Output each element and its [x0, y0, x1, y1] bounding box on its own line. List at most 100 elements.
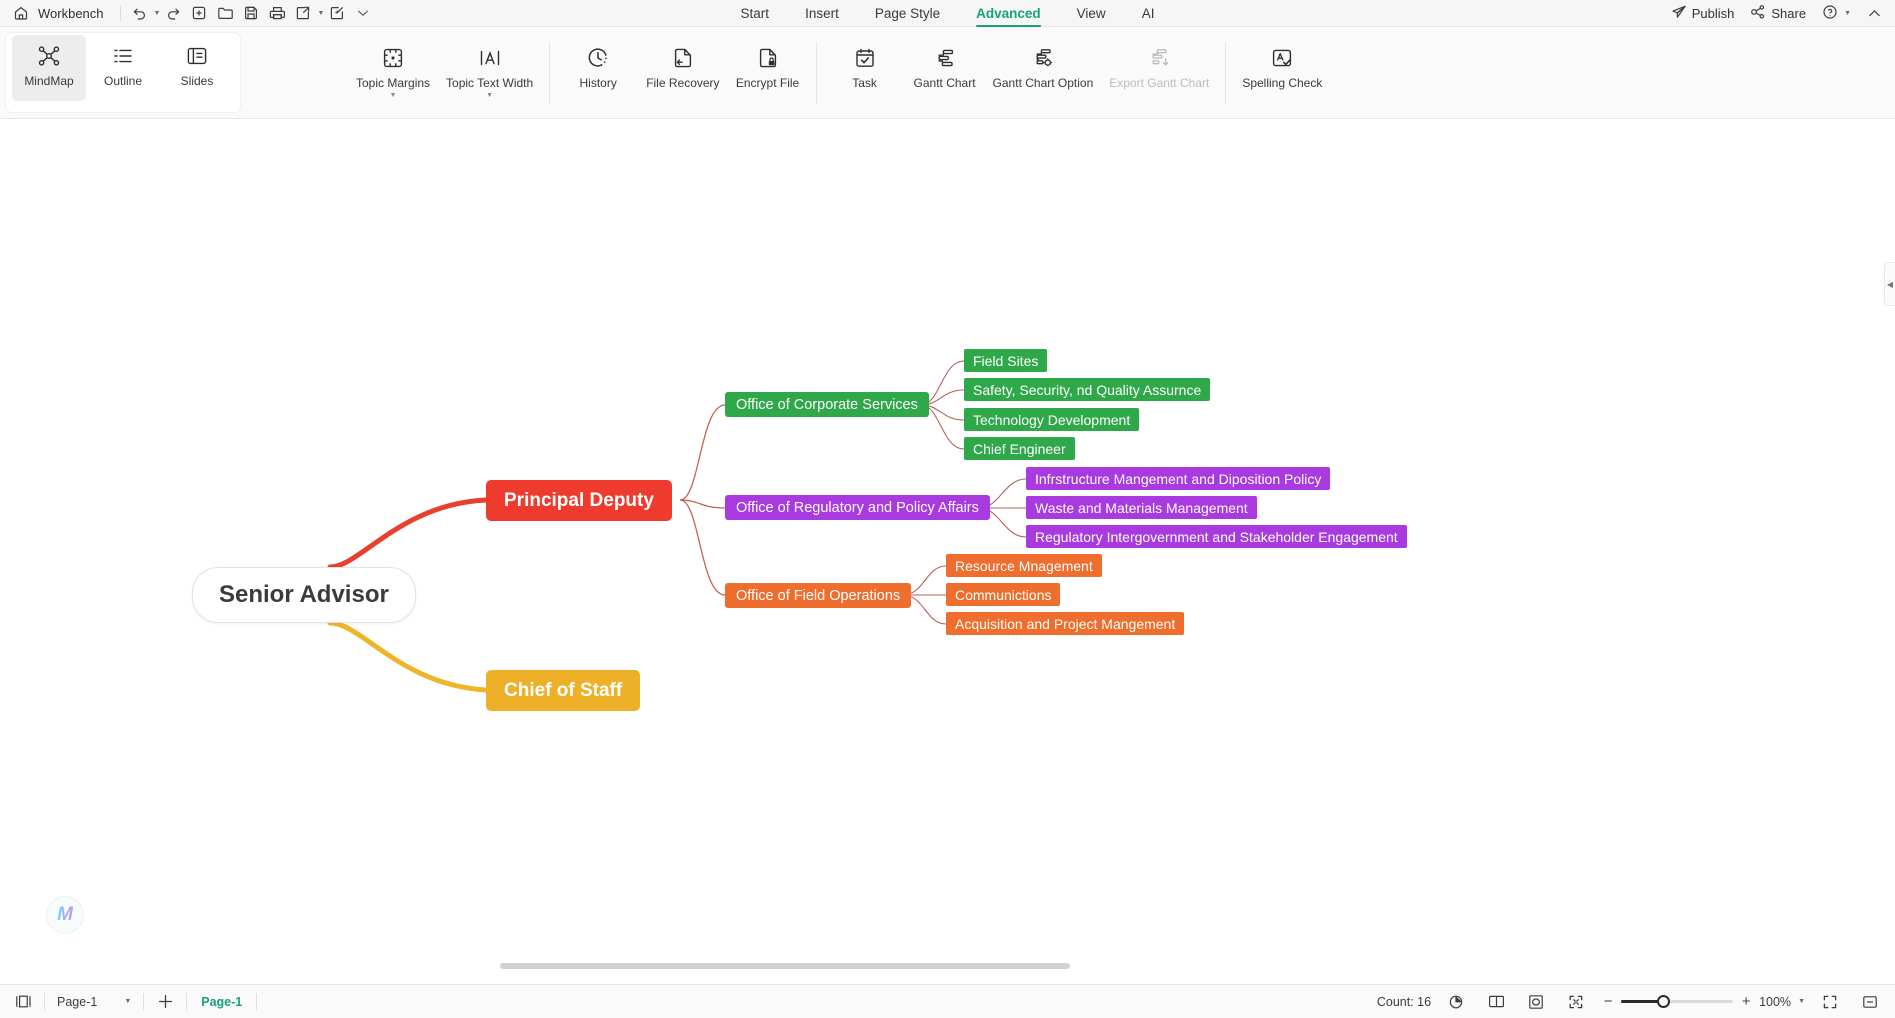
spelling-check-icon: [1270, 45, 1294, 71]
scrollbar-thumb[interactable]: [500, 963, 1070, 969]
topic-margins-icon: [381, 45, 405, 71]
history-button[interactable]: History: [558, 37, 638, 103]
quick-access-toolbar: Workbench ▼ ▼: [0, 2, 376, 24]
publish-button[interactable]: Publish: [1665, 2, 1741, 25]
chevron-left-icon: ◀: [1886, 279, 1894, 289]
tab-start[interactable]: Start: [741, 0, 770, 27]
toggle-page-panel-icon[interactable]: [8, 990, 38, 1014]
history-label: History: [579, 76, 617, 90]
topic-margins-caret-icon[interactable]: ▼: [390, 92, 397, 99]
mindmap-node-waste-and-materials-management[interactable]: Waste and Materials Management: [1026, 496, 1257, 519]
help-icon: [1822, 4, 1838, 23]
tab-page-style[interactable]: Page Style: [875, 0, 940, 27]
zoom-slider[interactable]: [1621, 995, 1734, 1008]
slides-view-button[interactable]: Slides: [160, 35, 234, 101]
file-recovery-label: File Recovery: [646, 76, 720, 90]
divider: [143, 992, 145, 1011]
publish-icon: [1671, 4, 1687, 23]
share-button[interactable]: Share: [1744, 2, 1812, 25]
workbench-label[interactable]: Workbench: [38, 6, 104, 21]
export-gantt-chart-button: Export Gantt Chart: [1101, 37, 1217, 103]
ribbon-group-view: MindMap Outline Slides: [6, 33, 240, 112]
app-watermark-logo: M: [46, 896, 84, 934]
right-panel-toggle[interactable]: ◀: [1884, 262, 1895, 306]
collapse-ribbon-icon[interactable]: [1861, 2, 1887, 24]
page-tab-page-1[interactable]: Page-1: [193, 995, 250, 1009]
task-button[interactable]: Task: [825, 37, 905, 103]
presentation-mode-icon[interactable]: [1855, 990, 1885, 1014]
two-page-view-icon[interactable]: [1481, 990, 1511, 1014]
print-icon[interactable]: [264, 2, 290, 24]
gantt-chart-icon: [933, 45, 957, 71]
node-label: Infrstructure Mangement and Diposition P…: [1035, 470, 1322, 487]
file-recovery-button[interactable]: File Recovery: [638, 37, 727, 103]
help-caret-icon[interactable]: ▼: [1844, 10, 1851, 17]
mindmap-node-communications[interactable]: Communictions: [946, 583, 1061, 606]
tab-ai[interactable]: AI: [1142, 0, 1155, 27]
mindmap-node-principal-deputy[interactable]: Principal Deputy: [486, 480, 672, 521]
new-file-icon[interactable]: [186, 2, 212, 24]
task-label: Task: [852, 76, 877, 90]
node-label: Chief of Staff: [504, 679, 623, 701]
gantt-chart-button[interactable]: Gantt Chart: [905, 37, 985, 103]
encrypt-file-label: Encrypt File: [735, 76, 800, 90]
tab-insert[interactable]: Insert: [805, 0, 839, 27]
mindmap-node-chief-engineer[interactable]: Chief Engineer: [964, 437, 1075, 460]
topic-text-width-caret-icon[interactable]: ▼: [486, 92, 493, 99]
root-label: Senior Advisor: [219, 581, 389, 608]
import-icon[interactable]: [324, 2, 350, 24]
page-select[interactable]: Page-1 ▼: [51, 995, 137, 1009]
mindmap-canvas[interactable]: Senior Advisor Principal Deputy Chief of…: [0, 120, 1895, 972]
redo-icon[interactable]: [160, 2, 186, 24]
mindmap-node-acquisition-and-project-management[interactable]: Acquisition and Project Mangement: [946, 612, 1185, 635]
canvas-horizontal-scrollbar[interactable]: [0, 960, 1895, 972]
gantt-chart-option-button[interactable]: Gantt Chart Option: [985, 37, 1102, 103]
mindmap-node-root[interactable]: Senior Advisor: [192, 567, 416, 623]
mindmap-node-office-of-field-operations[interactable]: Office of Field Operations: [725, 583, 912, 608]
mindmap-node-resource-management[interactable]: Resource Mnagement: [946, 554, 1102, 577]
mindmap-view-button[interactable]: MindMap: [12, 35, 86, 101]
zoom-level-label[interactable]: 100%: [1759, 995, 1791, 1009]
drag-mode-icon[interactable]: [1441, 990, 1471, 1014]
folder-icon[interactable]: [212, 2, 238, 24]
ribbon-toolbar: MindMap Outline Slides Topic Margins ▼ T…: [0, 27, 1895, 119]
mindmap-node-chief-of-staff[interactable]: Chief of Staff: [486, 670, 641, 711]
add-page-button[interactable]: [150, 990, 180, 1014]
zoom-slider-handle[interactable]: [1657, 995, 1671, 1008]
undo-caret-icon[interactable]: ▼: [154, 10, 161, 17]
mindmap-node-regulatory-intergovernment-engagement[interactable]: Regulatory Intergovernment and Stakehold…: [1026, 525, 1407, 548]
topic-margins-button[interactable]: Topic Margins ▼: [348, 37, 438, 103]
mindmap-node-safety-security-quality-assurance[interactable]: Safety, Security, nd Quality Assurnce: [964, 378, 1211, 401]
zoom-out-button[interactable]: −: [1601, 993, 1615, 1010]
help-button[interactable]: ▼: [1816, 2, 1857, 25]
mindmap-node-technology-development[interactable]: Technology Development: [964, 408, 1140, 431]
fit-page-icon[interactable]: [1561, 990, 1591, 1014]
mindmap-node-office-of-corporate-services[interactable]: Office of Corporate Services: [725, 392, 929, 417]
fit-selection-icon[interactable]: [1521, 990, 1551, 1014]
export-caret-icon[interactable]: ▼: [317, 10, 324, 17]
tab-view[interactable]: View: [1077, 0, 1106, 27]
undo-icon[interactable]: [127, 2, 153, 24]
quickbar-more-icon[interactable]: [350, 2, 376, 24]
topic-text-width-button[interactable]: Topic Text Width ▼: [438, 37, 541, 103]
export-icon[interactable]: [290, 2, 316, 24]
mindmap-node-office-of-regulatory-and-policy-affairs[interactable]: Office of Regulatory and Policy Affairs: [725, 495, 990, 520]
mindmap-node-field-sites[interactable]: Field Sites: [964, 349, 1048, 372]
divider: [186, 992, 188, 1011]
spelling-check-button[interactable]: Spelling Check: [1234, 37, 1330, 103]
share-label: Share: [1771, 5, 1807, 21]
mindmap-links: [327, 360, 1027, 693]
encrypt-file-button[interactable]: Encrypt File: [728, 37, 808, 103]
divider: [256, 992, 258, 1011]
fullscreen-icon[interactable]: [1815, 990, 1845, 1014]
encrypt-file-icon: [756, 45, 780, 71]
save-icon[interactable]: [238, 2, 264, 24]
tab-advanced[interactable]: Advanced: [976, 0, 1041, 27]
node-label: Regulatory Intergovernment and Stakehold…: [1035, 528, 1398, 545]
mindmap-node-infrastructure-management-policy[interactable]: Infrstructure Mangement and Diposition P…: [1026, 467, 1331, 490]
mindmap-view-label: MindMap: [24, 74, 74, 88]
outline-view-button[interactable]: Outline: [86, 35, 160, 101]
zoom-in-button[interactable]: +: [1739, 993, 1753, 1010]
zoom-caret-icon[interactable]: ▼: [1798, 998, 1805, 1005]
home-icon[interactable]: [8, 2, 34, 24]
